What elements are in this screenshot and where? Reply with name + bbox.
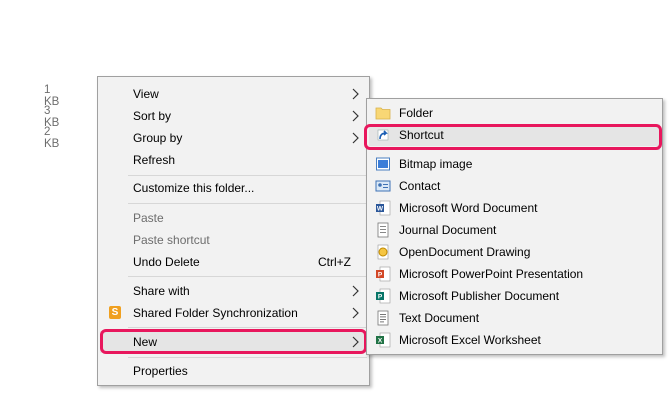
submenu-item-label: Microsoft PowerPoint Presentation bbox=[399, 267, 584, 281]
drawing-document-icon bbox=[377, 244, 389, 260]
menu-item-paste: Paste bbox=[100, 207, 367, 229]
menu-item-label: Paste shortcut bbox=[133, 233, 210, 247]
menu-item-refresh[interactable]: Refresh bbox=[100, 149, 367, 171]
menu-item-label: View bbox=[133, 87, 159, 101]
menu-item-label: Group by bbox=[133, 131, 183, 145]
menu-separator bbox=[128, 357, 367, 358]
menu-item-label: Properties bbox=[133, 364, 188, 378]
menu-separator bbox=[128, 175, 367, 176]
keyboard-shortcut: Ctrl+Z bbox=[318, 255, 351, 269]
shortcut-highlight-annotation bbox=[364, 124, 662, 150]
menu-item-properties[interactable]: Properties bbox=[100, 360, 367, 382]
submenu-item-label: Text Document bbox=[399, 311, 480, 325]
submenu-item-journal-document[interactable]: Journal Document bbox=[369, 219, 660, 241]
menu-item-customize-folder[interactable]: Customize this folder... bbox=[100, 177, 367, 199]
menu-item-label: Shared Folder Synchronization bbox=[133, 306, 298, 320]
menu-separator bbox=[128, 203, 367, 204]
chevron-right-icon bbox=[352, 132, 359, 144]
menu-item-label: Sort by bbox=[133, 109, 172, 123]
menu-item-shared-folder-sync[interactable]: S Shared Folder Synchronization bbox=[100, 302, 367, 324]
submenu-item-label: Folder bbox=[399, 106, 434, 120]
svg-text:X: X bbox=[378, 338, 383, 345]
svg-text:P: P bbox=[378, 294, 383, 301]
menu-item-undo-delete[interactable]: Undo Delete Ctrl+Z bbox=[100, 251, 367, 273]
submenu-item-label: Bitmap image bbox=[399, 157, 473, 171]
menu-item-paste-shortcut: Paste shortcut bbox=[100, 229, 367, 251]
menu-item-label: Refresh bbox=[133, 153, 176, 167]
submenu-item-label: Microsoft Publisher Document bbox=[399, 289, 560, 303]
excel-icon: X bbox=[376, 332, 391, 348]
sync-app-icon: S bbox=[109, 306, 121, 319]
chevron-right-icon bbox=[352, 110, 359, 122]
journal-document-icon bbox=[377, 222, 389, 238]
text-document-icon bbox=[377, 310, 389, 326]
menu-item-sort-by[interactable]: Sort by bbox=[100, 105, 367, 127]
menu-item-share-with[interactable]: Share with bbox=[100, 280, 367, 302]
submenu-item-label: Journal Document bbox=[399, 223, 497, 237]
svg-text:W: W bbox=[377, 206, 384, 213]
submenu-item-label: Microsoft Excel Worksheet bbox=[399, 333, 541, 347]
folder-icon bbox=[375, 107, 391, 120]
submenu-item-powerpoint[interactable]: P Microsoft PowerPoint Presentation bbox=[369, 263, 660, 285]
submenu-item-contact[interactable]: Contact bbox=[369, 175, 660, 197]
submenu-item-label: Microsoft Word Document bbox=[399, 201, 538, 215]
submenu-item-text-document[interactable]: Text Document bbox=[369, 307, 660, 329]
contact-card-icon bbox=[375, 180, 391, 192]
menu-item-group-by[interactable]: Group by bbox=[100, 127, 367, 149]
submenu-item-label: OpenDocument Drawing bbox=[399, 245, 531, 259]
bitmap-image-icon bbox=[376, 157, 390, 171]
menu-item-label: Customize this folder... bbox=[133, 181, 255, 195]
submenu-item-publisher[interactable]: P Microsoft Publisher Document bbox=[369, 285, 660, 307]
chevron-right-icon bbox=[352, 307, 359, 319]
file-size: 2 KB bbox=[44, 126, 60, 150]
new-highlight-annotation bbox=[100, 329, 367, 354]
menu-item-label: Undo Delete bbox=[133, 255, 200, 269]
submenu-item-folder[interactable]: Folder bbox=[369, 102, 660, 124]
submenu-item-opendocument-drawing[interactable]: OpenDocument Drawing bbox=[369, 241, 660, 263]
chevron-right-icon bbox=[352, 88, 359, 100]
menu-item-label: Share with bbox=[133, 284, 190, 298]
menu-separator bbox=[128, 327, 367, 328]
powerpoint-icon: P bbox=[376, 266, 391, 282]
submenu-item-word-document[interactable]: W Microsoft Word Document bbox=[369, 197, 660, 219]
menu-separator bbox=[128, 276, 367, 277]
menu-item-label: Paste bbox=[133, 211, 164, 225]
submenu-item-bitmap[interactable]: Bitmap image bbox=[369, 153, 660, 175]
submenu-item-excel-worksheet[interactable]: X Microsoft Excel Worksheet bbox=[369, 329, 660, 351]
publisher-icon: P bbox=[376, 288, 391, 304]
submenu-item-label: Contact bbox=[399, 179, 441, 193]
chevron-right-icon bbox=[352, 285, 359, 297]
svg-text:P: P bbox=[378, 272, 383, 279]
word-document-icon: W bbox=[376, 200, 391, 216]
menu-item-view[interactable]: View bbox=[100, 83, 367, 105]
